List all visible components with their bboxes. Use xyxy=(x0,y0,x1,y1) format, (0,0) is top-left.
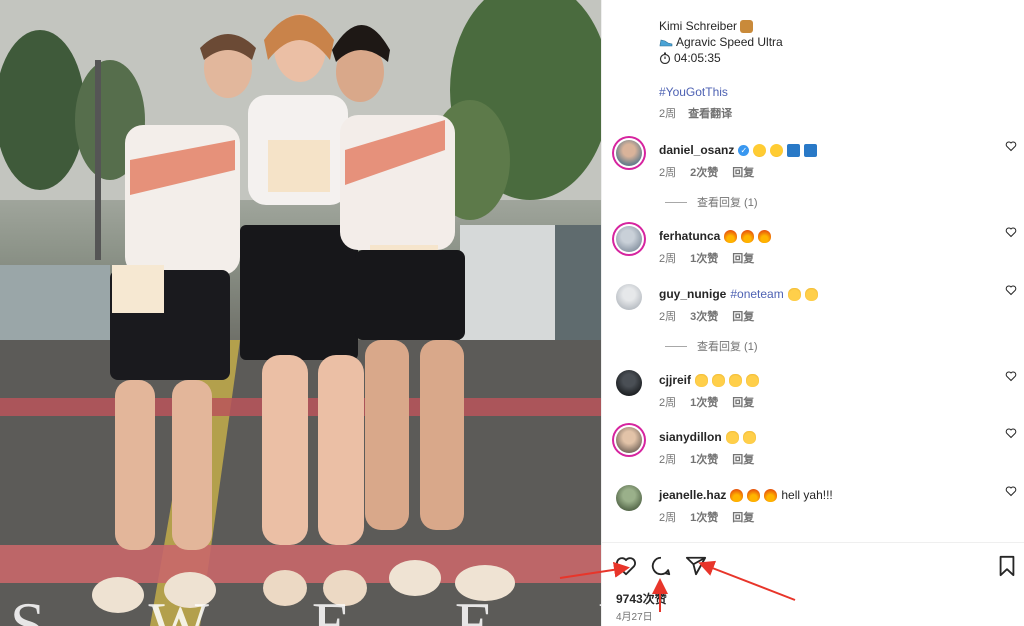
photo-illustration xyxy=(0,0,601,626)
reply-button[interactable]: 回复 xyxy=(732,509,754,525)
like-comment-heart-icon[interactable] xyxy=(1005,140,1017,152)
reply-button[interactable]: 回复 xyxy=(732,451,754,467)
comment-likes[interactable]: 1次赞 xyxy=(690,451,718,467)
comment-username[interactable]: sianydillon xyxy=(659,429,722,445)
replies-divider xyxy=(665,345,687,347)
reply-button[interactable]: 回复 xyxy=(732,394,754,410)
like-count[interactable]: 9743次赞 xyxy=(616,590,667,607)
reply-button[interactable]: 回复 xyxy=(732,308,754,324)
emoji-icon xyxy=(730,488,744,502)
emoji-icon xyxy=(725,430,739,444)
avatar[interactable] xyxy=(614,224,644,254)
comment-username[interactable]: ferhatunca xyxy=(659,228,720,244)
comments-panel: Kimi Schreiber Agravic Speed Ultra 04:05… xyxy=(601,0,1024,626)
share-send-icon[interactable] xyxy=(685,555,707,577)
comment-username[interactable]: cjjreif xyxy=(659,372,691,388)
comment-hashtag[interactable]: #oneteam xyxy=(730,286,783,302)
medal-icon xyxy=(740,19,754,33)
comment-username[interactable]: daniel_osanz xyxy=(659,142,734,158)
post-action-bar: 9743次赞 4月27日 xyxy=(602,542,1024,626)
verified-badge-icon: ✓ xyxy=(738,144,750,156)
comment-age: 2周 xyxy=(659,397,677,409)
comment-item: cjjreif 2周 1次赞 回复 xyxy=(602,368,1024,414)
like-comment-heart-icon[interactable] xyxy=(1005,226,1017,238)
comment-likes[interactable]: 1次赞 xyxy=(690,394,718,410)
caption-meta: 2周 查看翻译 xyxy=(659,106,999,122)
post-date: 4月27日 xyxy=(616,612,653,623)
emoji-icon xyxy=(770,143,784,157)
caption-time-line: 04:05:35 xyxy=(659,50,999,66)
like-comment-heart-icon[interactable] xyxy=(1005,485,1017,497)
comment-age: 2周 xyxy=(659,454,677,466)
comment-age: 2周 xyxy=(659,512,677,524)
caption-author-text: Kimi Schreiber xyxy=(659,19,738,33)
avatar[interactable] xyxy=(614,425,644,455)
caption-hashtag[interactable]: #YouGotThis xyxy=(659,84,999,100)
like-heart-icon[interactable] xyxy=(615,555,637,577)
like-comment-heart-icon[interactable] xyxy=(1005,370,1017,382)
view-replies-label: 查看回复 (1) xyxy=(697,197,758,209)
comment-username[interactable]: guy_nunige xyxy=(659,286,726,302)
avatar[interactable] xyxy=(614,483,644,513)
emoji-icon xyxy=(695,373,709,387)
comment-likes[interactable]: 1次赞 xyxy=(690,250,718,266)
emoji-icon xyxy=(804,143,818,157)
view-replies[interactable]: 查看回复 (1) xyxy=(665,338,758,354)
shoe-icon xyxy=(659,39,673,47)
comment-item: ferhatunca 2周 1次赞 回复 xyxy=(602,224,1024,270)
post-caption: Kimi Schreiber Agravic Speed Ultra 04:05… xyxy=(659,18,999,122)
emoji-icon xyxy=(764,488,778,502)
emoji-icon xyxy=(787,287,801,301)
emoji-icon xyxy=(724,229,738,243)
caption-author-line: Kimi Schreiber xyxy=(659,18,999,34)
caption-event-line: Agravic Speed Ultra xyxy=(659,34,999,50)
comment-age: 2周 xyxy=(659,167,677,179)
stopwatch-icon xyxy=(659,52,671,64)
replies-divider xyxy=(665,201,687,203)
avatar[interactable] xyxy=(614,282,644,312)
comment-item: sianydillon 2周 1次赞 回复 xyxy=(602,425,1024,471)
emoji-icon xyxy=(804,287,818,301)
comment-text: hell yah!!! xyxy=(781,488,833,502)
avatar[interactable] xyxy=(614,138,644,168)
comment-likes[interactable]: 2次赞 xyxy=(690,164,718,180)
instagram-post-view: S W E E P Kimi Schreiber Agravic Speed U… xyxy=(0,0,1024,626)
emoji-icon xyxy=(758,229,772,243)
emoji-icon xyxy=(741,229,755,243)
see-translation-link[interactable]: 查看翻译 xyxy=(688,106,732,122)
reply-button[interactable]: 回复 xyxy=(732,250,754,266)
emoji-icon xyxy=(712,373,726,387)
reply-button[interactable]: 回复 xyxy=(732,164,754,180)
emoji-icon xyxy=(753,143,767,157)
emoji-icon xyxy=(729,373,743,387)
comment-item: daniel_osanz ✓ 2周 2次赞 回复 xyxy=(602,138,1024,184)
emoji-icon xyxy=(746,373,760,387)
photo-overlay-text: S W E E P xyxy=(10,589,601,626)
save-bookmark-icon[interactable] xyxy=(996,555,1018,577)
avatar[interactable] xyxy=(614,368,644,398)
comment-age: 2周 xyxy=(659,311,677,323)
emoji-icon xyxy=(742,430,756,444)
comment-username[interactable]: jeanelle.haz xyxy=(659,487,726,503)
comment-bubble-icon[interactable] xyxy=(650,555,672,577)
caption-age: 2周 xyxy=(659,108,677,120)
comment-item: guy_nunige #oneteam 2周 3次赞 回复 xyxy=(602,282,1024,328)
view-replies[interactable]: 查看回复 (1) xyxy=(665,194,758,210)
comments-scroll-area[interactable]: Kimi Schreiber Agravic Speed Ultra 04:05… xyxy=(602,0,1024,542)
post-photo[interactable]: S W E E P xyxy=(0,0,601,626)
like-comment-heart-icon[interactable] xyxy=(1005,284,1017,296)
emoji-icon xyxy=(787,143,801,157)
emoji-icon xyxy=(747,488,761,502)
comment-likes[interactable]: 1次赞 xyxy=(690,509,718,525)
comment-age: 2周 xyxy=(659,253,677,265)
comment-item: jeanelle.haz hell yah!!! 2周 1次赞 回复 xyxy=(602,483,1024,529)
caption-time-text: 04:05:35 xyxy=(674,51,721,65)
comment-likes[interactable]: 3次赞 xyxy=(690,308,718,324)
view-replies-label: 查看回复 (1) xyxy=(697,341,758,353)
caption-event-text: Agravic Speed Ultra xyxy=(676,35,783,49)
like-comment-heart-icon[interactable] xyxy=(1005,427,1017,439)
